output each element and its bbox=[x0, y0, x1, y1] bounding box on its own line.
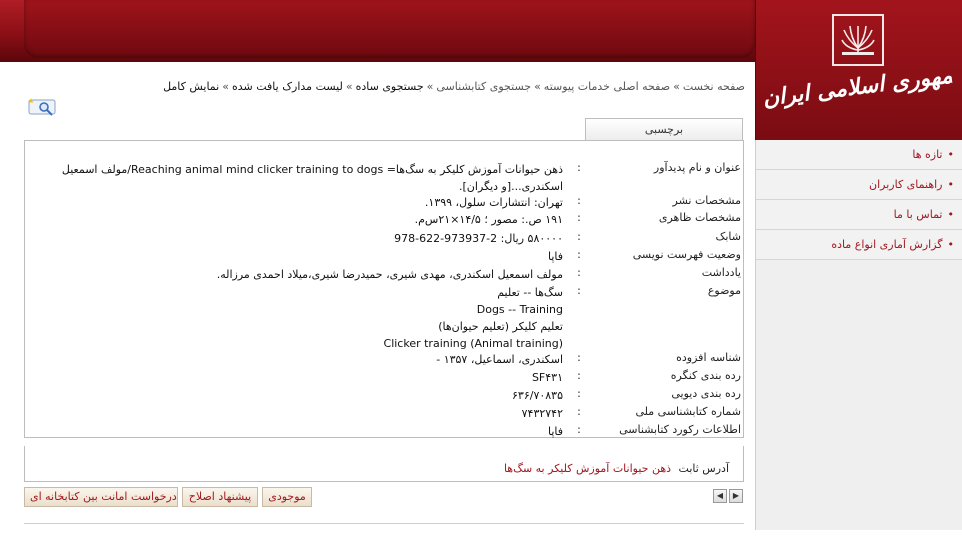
library-logo-text: سازمان اسناد و کتابخانه ملی جمهوری اسلام… bbox=[761, 60, 957, 112]
bullet-icon: • bbox=[947, 238, 955, 251]
field-colon: : bbox=[577, 248, 581, 261]
record-row: وضعیت فهرست نویسی : فاپا bbox=[25, 248, 743, 265]
breadcrumb-separator: » bbox=[426, 80, 434, 93]
field-label: رده بندی دیویی bbox=[671, 387, 741, 400]
field-value: فاپا bbox=[547, 425, 563, 438]
field-label: اطلاعات رکورد کتابشناسی bbox=[619, 423, 741, 436]
breadcrumb-separator: » bbox=[673, 80, 680, 93]
field-label: عنوان و نام پدیدآور bbox=[653, 161, 741, 174]
field-colon: : bbox=[577, 161, 581, 174]
field-label: مشخصات ظاهری bbox=[658, 211, 741, 224]
subject-heading[interactable]: Clicker training (Animal training) bbox=[33, 335, 563, 352]
next-arrow-icon[interactable]: ▶ bbox=[729, 489, 743, 503]
breadcrumb-bibliographic-search[interactable]: جستجوی کتابشناسی bbox=[436, 80, 531, 93]
suggest-correction-button[interactable]: پیشنهاد اصلاح bbox=[182, 487, 258, 507]
bullet-icon: • bbox=[947, 178, 955, 191]
field-label: یادداشت bbox=[701, 266, 741, 279]
field-label: موضوع bbox=[707, 284, 741, 297]
sidebar-item-label: تماس با ما bbox=[893, 208, 943, 221]
breadcrumb-separator: » bbox=[534, 80, 541, 93]
field-label: شماره کتابشناسی ملی bbox=[635, 405, 741, 418]
sidebar-item-stats[interactable]: • گزارش آماری انواع ماده bbox=[756, 230, 962, 260]
logo-panel: سازمان اسناد و کتابخانه ملی جمهوری اسلام… bbox=[755, 0, 962, 140]
sidebar-item-news[interactable]: • تازه ها bbox=[756, 140, 962, 170]
field-colon: : bbox=[577, 194, 581, 207]
field-label: شابک bbox=[715, 230, 741, 243]
record-row: اطلاعات رکورد کتابشناسی : فاپا bbox=[25, 423, 743, 440]
field-value: ۶۳۶/۷۰۸۳۵ bbox=[512, 389, 563, 402]
field-label: مشخصات نشر bbox=[672, 194, 742, 207]
sidebar: • تازه ها • راهنمای کاربران • تماس با ما • گ… bbox=[755, 140, 962, 530]
field-value: ۱۹۱ ص.: مصور ؛ ۱۴/۵×۲۱س‌م. bbox=[414, 213, 563, 226]
field-colon: : bbox=[577, 369, 581, 382]
record-row: رده بندی دیویی : ۶۳۶/۷۰۸۳۵ bbox=[25, 387, 743, 404]
field-colon: : bbox=[577, 230, 581, 243]
field-colon: : bbox=[577, 266, 581, 279]
record-row: رده بندی کنگره : SF۴۳۱ bbox=[25, 369, 743, 386]
subject-heading[interactable]: Dogs -- Training bbox=[33, 301, 563, 318]
bullet-icon: • bbox=[947, 208, 955, 221]
field-value: ذهن حیوانات آموزش کلیکر به سگ‌ها= Reachi… bbox=[61, 163, 563, 193]
record-row: مشخصات ظاهری : ۱۹۱ ص.: مصور ؛ ۱۴/۵×۲۱س‌م… bbox=[25, 211, 743, 228]
breadcrumb-separator: » bbox=[345, 80, 353, 93]
breadcrumb: صفحه نخست»صفحه اصلی خدمات پیوسته»جستجوی … bbox=[140, 80, 745, 98]
field-colon: : bbox=[577, 405, 581, 418]
divider bbox=[24, 523, 744, 524]
subject-heading[interactable]: تعلیم کلیکر (تعلیم حیوان‌ها) bbox=[33, 318, 563, 335]
sidebar-item-contact[interactable]: • تماس با ما bbox=[756, 200, 962, 230]
field-value: ۵۸۰۰۰۰ ریال: 2-973937-622-978 bbox=[394, 232, 563, 245]
library-logo-icon[interactable] bbox=[832, 14, 884, 66]
new-search-icon[interactable] bbox=[25, 96, 59, 118]
field-colon: : bbox=[577, 387, 581, 400]
breadcrumb-home[interactable]: صفحه نخست bbox=[683, 80, 745, 93]
sidebar-item-label: راهنمای کاربران bbox=[869, 178, 943, 191]
breadcrumb-simple-search[interactable]: جستجوی ساده bbox=[356, 80, 424, 93]
field-colon: : bbox=[577, 211, 581, 224]
record-row: یادداشت : مولف اسمعیل اسکندری، مهدی شیری… bbox=[25, 266, 743, 283]
subject-heading[interactable]: سگ‌ها -- تعلیم bbox=[33, 284, 563, 301]
field-label: وضعیت فهرست نویسی bbox=[632, 248, 741, 261]
record-details: عنوان و نام پدیدآور : ذهن حیوانات آموزش … bbox=[24, 140, 744, 438]
permalink-label: آدرس ثابت bbox=[678, 462, 729, 475]
record-row: شناسه افزوده : اسکندری، اسماعیل، ۱۳۵۷ - bbox=[25, 351, 743, 368]
permalink-link[interactable]: ذهن حیوانات آموزش کلیکر به سگ‌ها bbox=[504, 462, 671, 475]
field-value: مولف اسمعیل اسکندری، مهدی شیری، حمیدرضا … bbox=[216, 268, 563, 281]
record-row: شماره کتابشناسی ملی : ۷۴۳۲۷۴۲ bbox=[25, 405, 743, 422]
permalink: آدرس ثابت ذهن حیوانات آموزش کلیکر به سگ‌… bbox=[24, 462, 729, 480]
field-value: سگ‌ها -- تعلیم Dogs -- Training تعلیم کل… bbox=[33, 284, 563, 352]
field-value: فاپا bbox=[547, 250, 563, 263]
interlibrary-loan-button[interactable]: درخواست امانت بین کتابخانه ای bbox=[24, 487, 178, 507]
record-row: شابک : ۵۸۰۰۰۰ ریال: 2-973937-622-978 bbox=[25, 230, 743, 247]
record-row: مشخصات نشر : تهران: انتشارات سلول، ۱۳۹۹. bbox=[25, 194, 743, 211]
field-value: تهران: انتشارات سلول، ۱۳۹۹. bbox=[424, 196, 563, 209]
field-label: رده بندی کنگره bbox=[670, 369, 741, 382]
breadcrumb-full-view: نمایش کامل bbox=[163, 80, 220, 93]
sidebar-item-label: گزارش آماری انواع ماده bbox=[831, 238, 943, 251]
record-row: موضوع : سگ‌ها -- تعلیم Dogs -- Training … bbox=[25, 284, 743, 354]
field-colon: : bbox=[577, 423, 581, 436]
breadcrumb-results[interactable]: لیست مدارک یافت شده bbox=[232, 80, 343, 93]
record-row: عنوان و نام پدیدآور : ذهن حیوانات آموزش … bbox=[25, 161, 743, 195]
bullet-icon: • bbox=[947, 148, 955, 161]
field-label: شناسه افزوده bbox=[676, 351, 741, 364]
tab-labeled-view[interactable]: برچسبی bbox=[585, 118, 743, 141]
breadcrumb-services[interactable]: صفحه اصلی خدمات پیوسته bbox=[544, 80, 670, 93]
field-colon: : bbox=[577, 351, 581, 364]
header-bar bbox=[24, 0, 755, 58]
field-value[interactable]: اسکندری، اسماعیل، ۱۳۵۷ - bbox=[33, 351, 563, 368]
field-value: SF۴۳۱ bbox=[531, 371, 563, 384]
sidebar-item-label: تازه ها bbox=[912, 148, 943, 161]
inventory-button[interactable]: موجودی bbox=[262, 487, 312, 507]
breadcrumb-separator: » bbox=[222, 80, 229, 93]
previous-arrow-icon[interactable]: ◀ bbox=[713, 489, 727, 503]
field-value: ۷۴۳۲۷۴۲ bbox=[521, 407, 563, 420]
sidebar-item-user-guide[interactable]: • راهنمای کاربران bbox=[756, 170, 962, 200]
field-colon: : bbox=[577, 284, 581, 297]
